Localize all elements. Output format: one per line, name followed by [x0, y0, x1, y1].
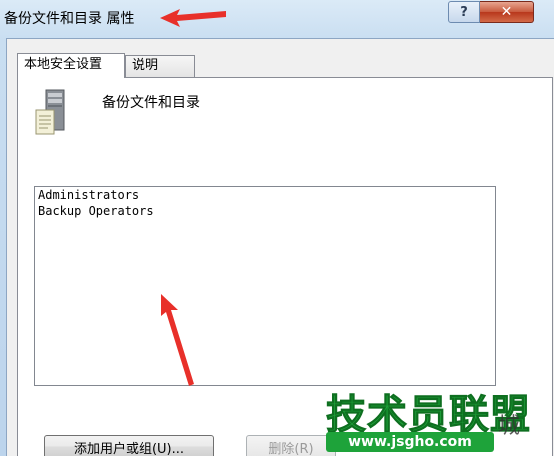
policy-name: 备份文件和目录 [102, 95, 200, 111]
window-title: 备份文件和目录 属性 [4, 11, 135, 27]
close-button[interactable]: ✕ [480, 1, 534, 23]
add-user-or-group-button[interactable]: 添加用户或组(U)... [44, 435, 214, 456]
server-icon [35, 89, 65, 135]
watermark: 技术员联盟 www.jsgho.com 城 [322, 382, 554, 456]
list-item[interactable]: Backup Operators [35, 203, 495, 219]
title-bar[interactable]: 备份文件和目录 属性 ? ✕ [0, 0, 554, 36]
members-listbox[interactable]: Administrators Backup Operators [34, 186, 496, 386]
window-controls: ? ✕ [448, 1, 534, 23]
tab-explain[interactable]: 说明 [125, 55, 195, 77]
help-icon: ? [460, 4, 468, 20]
annotation-arrow-icon [161, 294, 194, 386]
watermark-url: www.jsgho.com [326, 432, 494, 452]
watermark-side-text: 城 [498, 414, 521, 439]
help-button[interactable]: ? [448, 1, 480, 23]
tab-local-security-setting[interactable]: 本地安全设置 [17, 53, 125, 78]
list-item[interactable]: Administrators [35, 187, 495, 203]
close-icon: ✕ [500, 4, 513, 20]
properties-window: 备份文件和目录 属性 ? ✕ 本地安全设置 说明 备份文件和目录 Adminis… [0, 0, 554, 456]
annotation-arrow-icon [160, 9, 226, 27]
